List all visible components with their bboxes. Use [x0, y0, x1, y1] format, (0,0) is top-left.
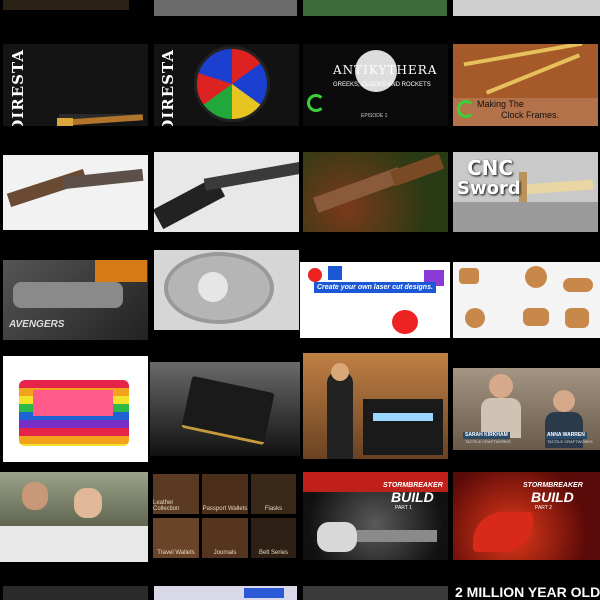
leather-cell-5[interactable]: Journals [202, 518, 248, 558]
thumbnail-bottom-2[interactable] [154, 586, 297, 600]
thumbnail-bottom-3[interactable] [303, 586, 448, 600]
thumbnail-rainbow-pi-case[interactable] [3, 356, 148, 462]
leather-cell-2[interactable]: Passport Wallets [202, 474, 248, 514]
antikythera-episode: EPISODE 1 [361, 113, 388, 119]
thumbnail-top-2[interactable] [154, 0, 297, 16]
thumbnail-diresta-hammer[interactable]: DIRESTA [3, 44, 148, 126]
laser-cutter-image [303, 353, 448, 459]
leather-cell-6[interactable]: Belt Series [251, 518, 296, 558]
avengers-logo: AVENGERS [9, 319, 65, 330]
stormbreaker-part: PART 2 [535, 505, 552, 511]
wood-animals-image [453, 262, 600, 338]
thumbnail-knife[interactable] [303, 152, 448, 232]
thumbnail-wood-animals[interactable] [453, 262, 600, 338]
leather-cell-3[interactable]: Flasks [251, 474, 296, 514]
stormbreaker-build: BUILD [391, 489, 434, 505]
diresta-logo: DIRESTA [159, 49, 177, 126]
channel-logo-icon [307, 94, 325, 112]
million-year-title: 2 MILLION YEAR OLD [455, 584, 600, 600]
laser-cut-banner: Create your own laser cut designs. [314, 282, 436, 293]
thumbnail-gear-belt[interactable] [154, 250, 299, 330]
sword-title: Sword [457, 178, 521, 199]
thumbnail-stormbreaker-part1[interactable]: STORMBREAKER BUILD PART 1 [303, 472, 448, 560]
pi-case-image [3, 356, 148, 462]
thumbnail-laser-cut[interactable]: Create your own laser cut designs. [300, 262, 450, 338]
stormbreaker-build: BUILD [531, 489, 574, 505]
role-anna: TACTILE CRAFTWORKS [547, 439, 593, 444]
clock-frames-title-1: Making The [477, 99, 524, 109]
knife-image [303, 152, 448, 232]
thumbnail-top-1[interactable] [3, 0, 129, 10]
thumbnail-laser-cutter-woman[interactable] [303, 353, 448, 459]
diresta-logo: DIRESTA [9, 49, 27, 126]
name-sarah: SARAH KIRKHAM [463, 432, 510, 439]
leather-cell-4[interactable]: Travel Wallets [153, 518, 199, 558]
thumbnail-stormbreaker-part2[interactable]: STORMBREAKER BUILD PART 2 [453, 472, 600, 560]
laser-cut-designs-image [300, 262, 450, 338]
wallet-image [150, 362, 300, 456]
stormbreaker-part: PART 1 [395, 505, 412, 511]
workshop-image [0, 472, 148, 562]
stormbreaker-title: STORMBREAKER [523, 482, 583, 489]
channel-logo-icon [457, 100, 475, 118]
clock-frames-title-2: Clock Frames. [501, 110, 560, 120]
leather-cell-1[interactable]: Leather Collection [153, 474, 199, 514]
role-sarah: TACTILE CRAFTWORKS [465, 439, 511, 444]
thumbnail-wallet[interactable] [150, 362, 300, 456]
thumbnail-workshop[interactable] [0, 472, 148, 562]
thumbnail-top-3[interactable] [303, 0, 447, 16]
thumbnail-avengers-gauntlet[interactable]: AVENGERS [3, 260, 148, 340]
thumbnail-leather-collection[interactable]: Leather Collection Passport Wallets Flas… [152, 472, 297, 560]
video-thumbnail-grid: DIRESTA DIRESTA ANTIKYTHERA GREEKS, CLOC… [0, 0, 600, 600]
thumbnail-diresta-stained-glass[interactable]: DIRESTA [154, 44, 299, 126]
shotgun-image [154, 152, 299, 232]
thumbnail-shotgun[interactable] [154, 152, 299, 232]
thumbnail-clock-frames[interactable]: Making The Clock Frames. [453, 44, 598, 126]
thumbnail-cnc-sword[interactable]: CNC Sword [453, 152, 598, 232]
name-anna: ANNA WARREN [545, 432, 587, 439]
thumbnail-rusty-revolver[interactable] [3, 155, 148, 230]
thumbnail-tactile-craftworks[interactable]: SARAH KIRKHAM TACTILE CRAFTWORKS ANNA WA… [453, 368, 600, 450]
thumbnail-bottom-4[interactable]: 2 MILLION YEAR OLD [453, 584, 600, 600]
thumbnail-top-4[interactable] [453, 0, 600, 16]
cnc-title: CNC [467, 156, 514, 180]
thumbnail-bottom-1[interactable] [3, 586, 148, 600]
antikythera-subtitle: GREEKS, CLOCKS AND ROCKETS [333, 82, 431, 88]
stormbreaker-title: STORMBREAKER [383, 482, 443, 489]
antikythera-title: ANTIKYTHERA [333, 63, 438, 77]
gear-image [154, 250, 299, 330]
revolver-image [3, 155, 148, 230]
thumbnail-antikythera[interactable]: ANTIKYTHERA GREEKS, CLOCKS AND ROCKETS E… [303, 44, 448, 126]
